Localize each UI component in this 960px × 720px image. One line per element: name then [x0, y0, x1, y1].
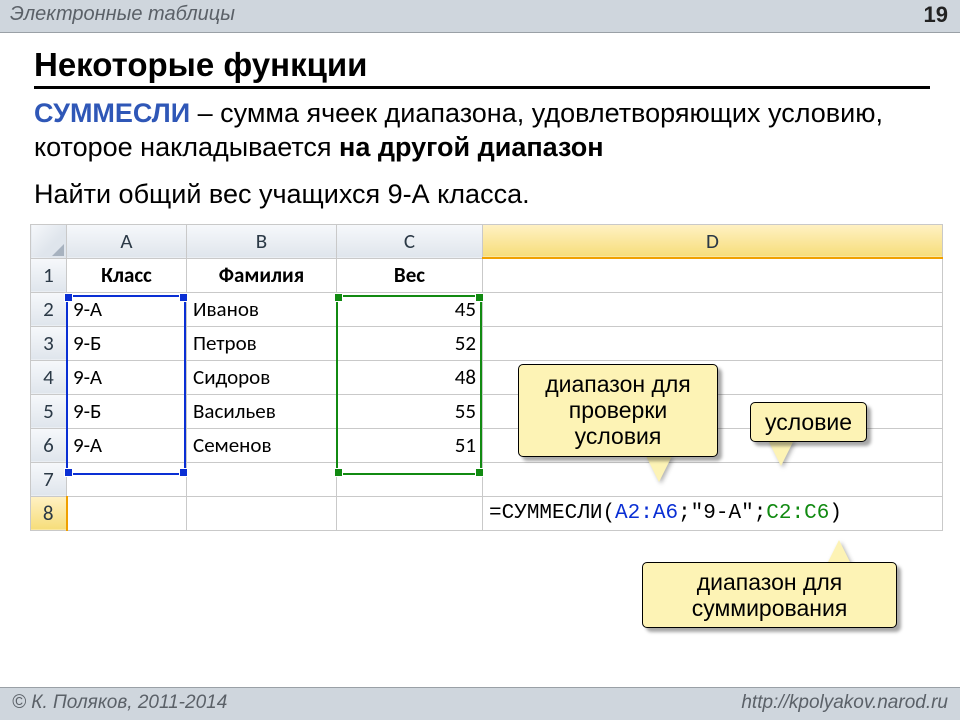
- cell-B6[interactable]: Семенов: [187, 428, 337, 462]
- text-bold-tail: на другой диапазон: [339, 132, 604, 162]
- cell-C4[interactable]: 48: [337, 360, 483, 394]
- callout-range-check-pointer: [646, 456, 672, 482]
- callout-sum-range: диапазон для суммирования: [642, 562, 897, 629]
- cell-A3[interactable]: 9-Б: [67, 326, 187, 360]
- fx-close: ): [829, 502, 842, 525]
- cell-C5[interactable]: 55: [337, 394, 483, 428]
- cell-A8[interactable]: [67, 496, 187, 530]
- fx-eq: =: [489, 502, 502, 525]
- cell-C7[interactable]: [337, 462, 483, 496]
- spreadsheet: A B C D 1 Класс Фамилия Вес 2 9-А Иванов…: [30, 224, 942, 564]
- cell-B4[interactable]: Сидоров: [187, 360, 337, 394]
- col-D[interactable]: D: [483, 224, 943, 258]
- paragraph: СУММЕСЛИ – сумма ячеек диапазона, удовле…: [34, 97, 930, 165]
- page-number: 19: [924, 2, 948, 28]
- sheet-grid: A B C D 1 Класс Фамилия Вес 2 9-А Иванов…: [30, 224, 943, 531]
- row-3: 3 9-Б Петров 52: [31, 326, 943, 360]
- cell-C8[interactable]: [337, 496, 483, 530]
- fx-arg2: "9-А": [691, 502, 754, 525]
- cell-D3[interactable]: [483, 326, 943, 360]
- rowhdr-4[interactable]: 4: [31, 360, 67, 394]
- callout-range-check-l1: диапазон для: [533, 371, 703, 397]
- cell-D7[interactable]: [483, 462, 943, 496]
- row-4: 4 9-А Сидоров 48: [31, 360, 943, 394]
- callout-criterion-text: условие: [765, 409, 852, 435]
- row-1: 1 Класс Фамилия Вес: [31, 258, 943, 292]
- footer-left: © К. Поляков, 2011-2014: [12, 692, 227, 714]
- cell-A2[interactable]: 9-А: [67, 292, 187, 326]
- rowhdr-8[interactable]: 8: [31, 496, 67, 530]
- cell-B1[interactable]: Фамилия: [187, 258, 337, 292]
- fx-arg3: C2:C6: [766, 502, 829, 525]
- fx-func: СУММЕСЛИ: [502, 502, 603, 525]
- cell-A6[interactable]: 9-А: [67, 428, 187, 462]
- fx-open: (: [602, 502, 615, 525]
- cell-B8[interactable]: [187, 496, 337, 530]
- slide-body: Некоторые функции СУММЕСЛИ – сумма ячеек…: [0, 32, 960, 688]
- header-strip: Электронные таблицы 19: [0, 0, 960, 33]
- cell-C2[interactable]: 45: [337, 292, 483, 326]
- rowhdr-6[interactable]: 6: [31, 428, 67, 462]
- callout-sum-range-l1: диапазон для: [657, 569, 882, 595]
- cell-D1[interactable]: [483, 258, 943, 292]
- cell-A7[interactable]: [67, 462, 187, 496]
- col-B[interactable]: B: [187, 224, 337, 258]
- footer-right: http://kpolyakov.narod.ru: [741, 692, 948, 714]
- fx-sep2: ;: [754, 502, 767, 525]
- callout-criterion-pointer: [768, 440, 794, 466]
- task-line: Найти общий вес учащихся 9-А класса.: [34, 179, 930, 210]
- footer-strip: © К. Поляков, 2011-2014 http://kpolyakov…: [0, 687, 960, 720]
- cell-C6[interactable]: 51: [337, 428, 483, 462]
- text-dash: –: [190, 98, 220, 128]
- cell-B3[interactable]: Петров: [187, 326, 337, 360]
- cell-A1[interactable]: Класс: [67, 258, 187, 292]
- row-8: 8 =СУММЕСЛИ(A2:A6;"9-А";C2:C6): [31, 496, 943, 530]
- slide-title: Некоторые функции: [34, 46, 930, 89]
- callout-sum-range-l2: суммирования: [657, 595, 882, 621]
- func-name: СУММЕСЛИ: [34, 98, 190, 128]
- row-7: 7: [31, 462, 943, 496]
- callout-range-check-l3: условия: [533, 423, 703, 449]
- rowhdr-2[interactable]: 2: [31, 292, 67, 326]
- col-C[interactable]: C: [337, 224, 483, 258]
- cell-D2[interactable]: [483, 292, 943, 326]
- rowhdr-1[interactable]: 1: [31, 258, 67, 292]
- rowhdr-7[interactable]: 7: [31, 462, 67, 496]
- cell-C1[interactable]: Вес: [337, 258, 483, 292]
- cell-D8[interactable]: =СУММЕСЛИ(A2:A6;"9-А";C2:C6): [483, 496, 943, 530]
- cell-B7[interactable]: [187, 462, 337, 496]
- fx-sep1: ;: [678, 502, 691, 525]
- header-title: Электронные таблицы: [10, 3, 235, 26]
- rowhdr-5[interactable]: 5: [31, 394, 67, 428]
- select-all-corner[interactable]: [31, 224, 67, 258]
- col-A[interactable]: A: [67, 224, 187, 258]
- rowhdr-3[interactable]: 3: [31, 326, 67, 360]
- cell-C3[interactable]: 52: [337, 326, 483, 360]
- callout-range-check: диапазон для проверки условия: [518, 364, 718, 457]
- col-header-row: A B C D: [31, 224, 943, 258]
- cell-A5[interactable]: 9-Б: [67, 394, 187, 428]
- cell-A4[interactable]: 9-А: [67, 360, 187, 394]
- cell-B5[interactable]: Васильев: [187, 394, 337, 428]
- callout-range-check-l2: проверки: [533, 397, 703, 423]
- callout-criterion: условие: [750, 402, 867, 442]
- cell-B2[interactable]: Иванов: [187, 292, 337, 326]
- row-2: 2 9-А Иванов 45: [31, 292, 943, 326]
- fx-arg1: A2:A6: [615, 502, 678, 525]
